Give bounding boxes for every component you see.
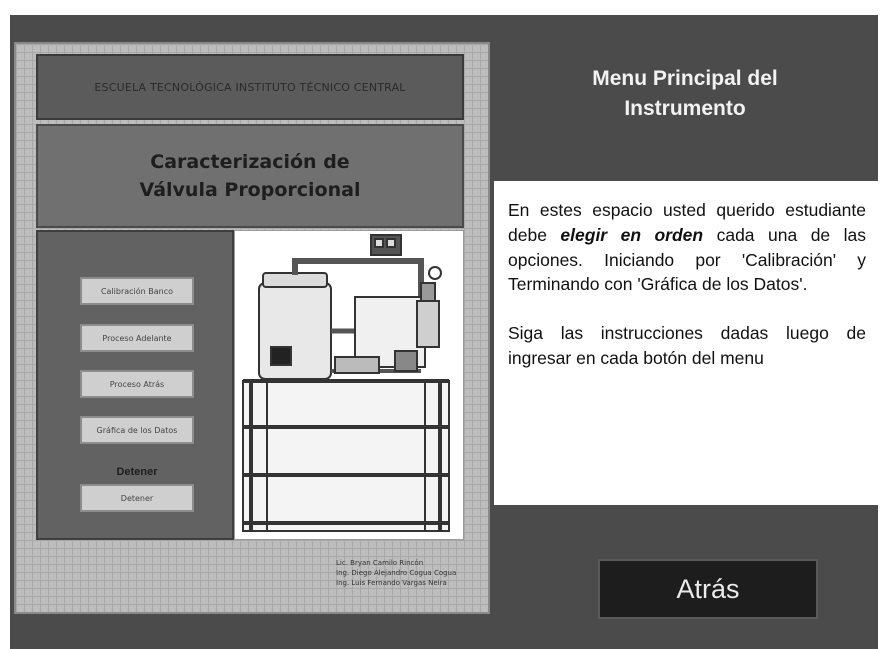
institution-header: ESCUELA TECNOLÓGICA INSTITUTO TÉCNICO CE… <box>36 54 464 120</box>
instructions-paragraph-2: Siga las instrucciones dadas luego de in… <box>508 323 866 368</box>
calibracion-banco-label: Calibración Banco <box>100 286 174 296</box>
instrument-title-line1: Caracterización de <box>150 151 350 173</box>
instrument-title-line2: Válvula Proporcional <box>139 179 361 201</box>
instructions-emphasis: elegir en orden <box>560 224 704 245</box>
proceso-adelante-label: Proceso Adelante <box>102 333 172 343</box>
process-button-panel: Calibración Banco Proceso Adelante Proce… <box>36 230 234 540</box>
proceso-adelante-button[interactable]: Proceso Adelante <box>80 324 194 352</box>
detener-button[interactable]: Detener <box>80 484 194 512</box>
proceso-atras-label: Proceso Atrás <box>109 379 165 389</box>
instructions-box: En estes espacio usted querido estudiant… <box>494 181 880 505</box>
grafica-datos-label: Gráfica de los Datos <box>96 425 178 435</box>
institution-name: ESCUELA TECNOLÓGICA INSTITUTO TÉCNICO CE… <box>94 80 406 94</box>
menu-title: Menu Principal del Instrumento <box>520 64 850 124</box>
detener-caption: Detener <box>116 466 158 478</box>
test-bench-illustration <box>242 234 450 532</box>
detener-button-label: Detener <box>120 493 154 503</box>
credit-line: Lic. Bryan Camilo Rincón <box>336 559 424 567</box>
instrument-title-box: Caracterización de Válvula Proporcional <box>36 124 464 228</box>
test-bench-image <box>234 230 464 540</box>
credit-line: Ing. Luis Fernando Vargas Neira <box>336 579 447 587</box>
credit-line: Ing. Diego Alejandro Cogua Cogua <box>336 569 457 577</box>
proceso-atras-button[interactable]: Proceso Atrás <box>80 370 194 398</box>
menu-title-line2: Instrumento <box>624 97 746 120</box>
menu-title-line1: Menu Principal del <box>592 67 778 90</box>
grafica-datos-button[interactable]: Gráfica de los Datos <box>80 416 194 444</box>
instructions-paragraph-1: En estes espacio usted querido estudiant… <box>508 198 866 297</box>
credits-block: Lic. Bryan Camilo Rincón Ing. Diego Alej… <box>336 558 486 588</box>
calibracion-banco-button[interactable]: Calibración Banco <box>80 277 194 305</box>
back-button-label: Atrás <box>676 573 740 604</box>
back-button[interactable]: Atrás <box>598 559 818 619</box>
